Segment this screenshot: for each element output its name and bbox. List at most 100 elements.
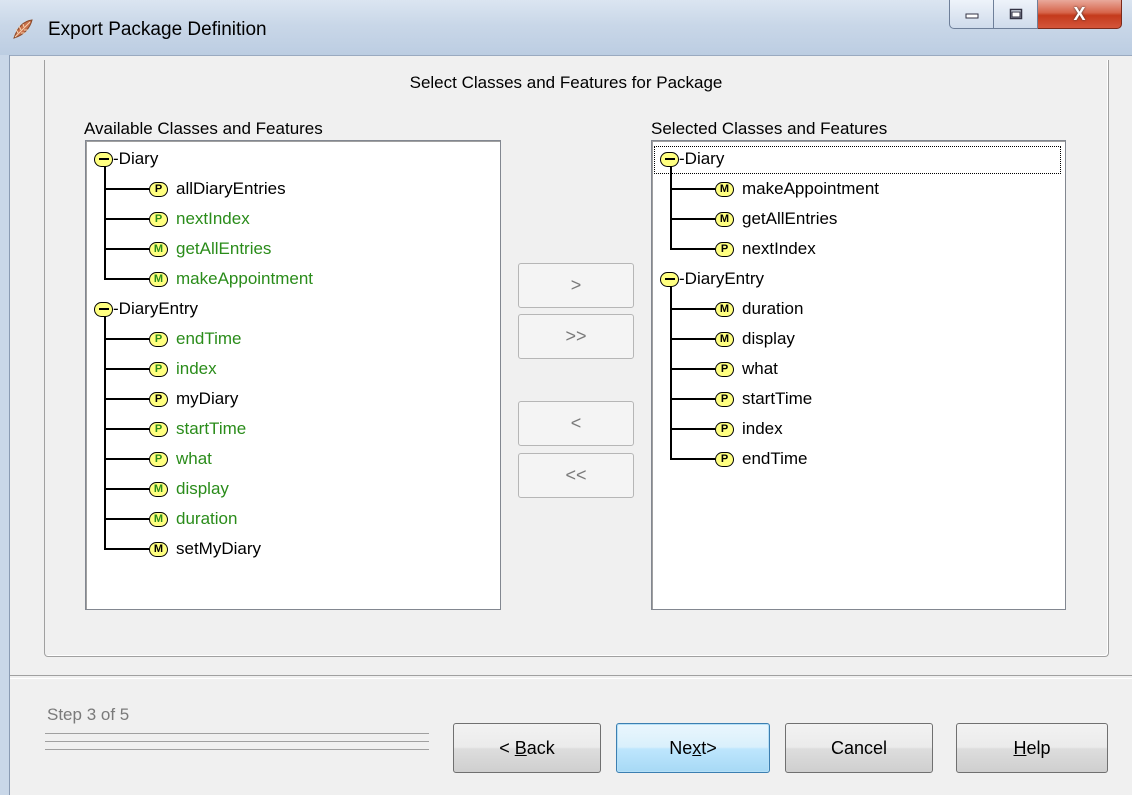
available-list[interactable]: -Diary PallDiaryEntries PnextIndex MgetAllE…	[85, 140, 501, 610]
step-indicator: Step 3 of 5	[47, 705, 130, 724]
method-badge-icon: M	[149, 481, 168, 497]
property-badge-icon: P	[715, 391, 734, 407]
feature-item-setMyDiary[interactable]: MsetMyDiary	[149, 535, 261, 563]
footer-separator	[10, 675, 1132, 679]
feature-item-makeAppointment[interactable]: MmakeAppointment	[715, 175, 879, 203]
property-badge-icon: P	[715, 241, 734, 257]
collapse-icon[interactable]	[94, 301, 113, 317]
feature-item-display[interactable]: Mdisplay	[715, 325, 795, 353]
feature-name: nextIndex	[176, 209, 250, 228]
class-name: -DiaryEntry	[113, 299, 199, 318]
minimize-button[interactable]	[949, 0, 994, 29]
maximize-button[interactable]	[994, 0, 1038, 29]
tree-connector	[670, 248, 715, 250]
feature-item-endTime[interactable]: PendTime	[149, 325, 242, 353]
feature-name: makeAppointment	[176, 269, 314, 288]
property-badge-icon: P	[149, 361, 168, 377]
add-all-button[interactable]: >>	[518, 314, 634, 359]
minimize-icon	[965, 13, 978, 19]
tree-connector	[104, 278, 149, 280]
feature-name: what	[742, 359, 778, 378]
selected-list-label: Selected Classes and Features	[651, 119, 888, 138]
feature-item-makeAppointment[interactable]: MmakeAppointment	[149, 265, 313, 293]
property-badge-icon: P	[149, 421, 168, 437]
feature-item-duration[interactable]: Mduration	[149, 505, 237, 533]
remove-all-button[interactable]: <<	[518, 453, 634, 498]
feature-item-getAllEntries[interactable]: MgetAllEntries	[149, 235, 271, 263]
method-badge-icon: M	[715, 301, 734, 317]
class-node-diaryentry[interactable]: -DiaryEntry	[660, 265, 764, 293]
app-leaf-icon	[13, 19, 33, 39]
feature-name: nextIndex	[742, 239, 816, 258]
tree-connector	[670, 188, 715, 190]
tree-connector	[104, 368, 149, 370]
feature-item-duration[interactable]: Mduration	[715, 295, 803, 323]
feature-item-endTime[interactable]: PendTime	[715, 445, 808, 473]
tree-connector	[670, 428, 715, 430]
tree-connector	[670, 458, 715, 460]
tree-connector	[104, 167, 106, 279]
feature-name: display	[742, 329, 795, 348]
tree-connector	[104, 488, 149, 490]
method-badge-icon: M	[715, 211, 734, 227]
tree-connector	[670, 338, 715, 340]
tree-connector	[670, 287, 672, 459]
tree-connector	[104, 428, 149, 430]
feature-item-startTime[interactable]: PstartTime	[715, 385, 812, 413]
collapse-icon[interactable]	[94, 151, 113, 167]
tree-connector	[670, 218, 715, 220]
feature-item-myDiary[interactable]: PmyDiary	[149, 385, 238, 413]
feature-item-nextIndex[interactable]: PnextIndex	[149, 205, 250, 233]
feature-item-what[interactable]: Pwhat	[149, 445, 212, 473]
feature-name: duration	[176, 509, 238, 528]
collapse-icon[interactable]	[660, 271, 679, 287]
feature-item-display[interactable]: Mdisplay	[149, 475, 229, 503]
available-list-label: Available Classes and Features	[84, 119, 323, 138]
feature-name: display	[176, 479, 229, 498]
step-rule-lines	[45, 733, 429, 757]
property-badge-icon: P	[149, 181, 168, 197]
help-button[interactable]: Help	[956, 723, 1108, 773]
remove-button[interactable]: <	[518, 401, 634, 446]
class-name: -Diary	[113, 149, 159, 168]
property-badge-icon: P	[149, 391, 168, 407]
feature-item-what[interactable]: Pwhat	[715, 355, 778, 383]
feature-name: setMyDiary	[176, 539, 262, 558]
method-badge-icon: M	[149, 511, 168, 527]
method-badge-icon: M	[149, 241, 168, 257]
tree-connector	[104, 317, 106, 549]
feature-item-index[interactable]: Pindex	[715, 415, 783, 443]
feature-name: startTime	[742, 389, 813, 408]
feature-name: endTime	[742, 449, 808, 468]
next-button-label: Next>	[669, 737, 717, 758]
feature-item-getAllEntries[interactable]: MgetAllEntries	[715, 205, 837, 233]
feature-item-nextIndex[interactable]: PnextIndex	[715, 235, 816, 263]
add-button[interactable]: >	[518, 263, 634, 308]
class-name: -DiaryEntry	[679, 269, 765, 288]
next-button[interactable]: Next>	[616, 723, 770, 773]
feature-item-allDiaryEntries[interactable]: PallDiaryEntries	[149, 175, 286, 203]
property-badge-icon: P	[149, 451, 168, 467]
window-frame-left	[0, 55, 10, 795]
property-badge-icon: P	[149, 331, 168, 347]
back-button[interactable]: < Back	[453, 723, 601, 773]
cancel-button[interactable]: Cancel	[785, 723, 933, 773]
feature-item-startTime[interactable]: PstartTime	[149, 415, 246, 443]
class-node-diaryentry[interactable]: -DiaryEntry	[94, 295, 198, 323]
property-badge-icon: P	[715, 451, 734, 467]
tree-connector	[104, 338, 149, 340]
method-badge-icon: M	[715, 331, 734, 347]
feature-item-index[interactable]: Pindex	[149, 355, 217, 383]
close-button[interactable]: X	[1038, 0, 1122, 29]
feature-name: makeAppointment	[742, 179, 880, 198]
group-caption: Select Classes and Features for Package	[409, 73, 723, 92]
property-badge-icon: P	[715, 361, 734, 377]
feature-name: index	[176, 359, 217, 378]
selected-list[interactable]: -Diary MmakeAppointment MgetAllEntries Pnex…	[651, 140, 1066, 610]
feature-name: index	[742, 419, 783, 438]
feature-name: getAllEntries	[176, 239, 272, 258]
feature-name: endTime	[176, 329, 242, 348]
property-badge-icon: P	[715, 421, 734, 437]
feature-name: duration	[742, 299, 804, 318]
feature-name: myDiary	[176, 389, 239, 408]
